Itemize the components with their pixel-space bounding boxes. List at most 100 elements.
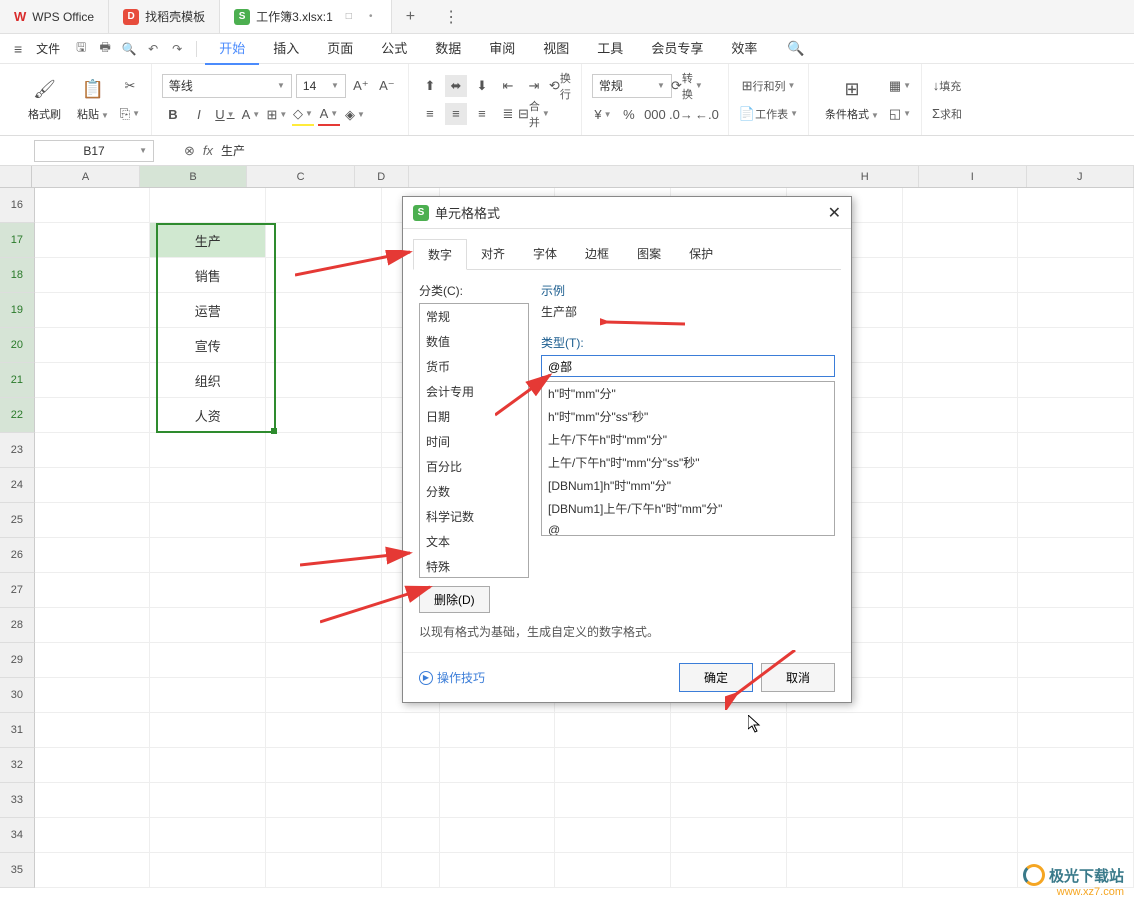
cell[interactable] [35,713,151,748]
cell[interactable] [903,258,1019,293]
cell[interactable] [671,783,787,818]
cell[interactable] [903,293,1019,328]
cell[interactable] [35,468,151,503]
cell[interactable] [1018,328,1134,363]
cell[interactable] [35,328,151,363]
app-tab-workbook[interactable]: S 工作簿3.xlsx:1 □ • [220,0,392,33]
cell[interactable] [35,433,151,468]
cell[interactable] [787,853,903,888]
category-item[interactable]: 数值 [420,329,528,354]
justify-icon[interactable]: ≣ [497,103,519,125]
tab-data[interactable]: 数据 [421,32,475,65]
tab-formula[interactable]: 公式 [367,32,421,65]
cell[interactable] [903,783,1019,818]
cell[interactable] [266,538,382,573]
decrease-font-icon[interactable]: A⁻ [376,75,398,97]
row-col-button[interactable]: ⊞ 行和列▼ [739,75,798,97]
number-format-select[interactable]: 常规▼ [592,74,672,98]
row-header[interactable]: 32 [0,748,35,783]
cell[interactable] [266,223,382,258]
align-left-icon[interactable]: ≡ [419,103,441,125]
fill-color-button[interactable]: ◇▼ [292,104,314,126]
cell[interactable] [440,713,556,748]
category-item[interactable]: 文本 [420,529,528,554]
cell[interactable] [266,363,382,398]
cell[interactable] [35,573,151,608]
format-item[interactable]: [DBNum1]上午/下午h"时"mm"分" [542,497,834,520]
col-header-j[interactable]: J [1027,166,1134,187]
row-header[interactable]: 28 [0,608,35,643]
format-painter-button[interactable]: 🖌 格式刷 [22,74,67,126]
cell[interactable] [266,748,382,783]
cell[interactable] [903,538,1019,573]
cell[interactable] [266,398,382,433]
row-header[interactable]: 30 [0,678,35,713]
cell[interactable] [35,748,151,783]
cell[interactable] [555,853,671,888]
tab-indicator-icon[interactable]: □ [343,11,355,23]
table-style-icon[interactable]: ◱▼ [889,103,911,125]
cell[interactable] [35,293,151,328]
cell[interactable] [903,678,1019,713]
cell[interactable] [787,783,903,818]
col-header-i[interactable]: I [919,166,1027,187]
app-tab-wps[interactable]: W WPS Office [0,0,109,33]
cell[interactable] [440,783,556,818]
cell[interactable] [150,853,266,888]
cell[interactable] [266,678,382,713]
italic-button[interactable]: I [188,104,210,126]
cell-reference-box[interactable]: B17 ▼ [34,140,154,162]
cell[interactable] [1018,433,1134,468]
cell[interactable] [1018,783,1134,818]
cell[interactable] [266,573,382,608]
cell-style-icon[interactable]: ▦▼ [889,75,911,97]
cell[interactable] [787,713,903,748]
tips-link[interactable]: ▶ 操作技巧 [419,669,485,686]
cell[interactable] [787,748,903,783]
format-item[interactable]: h"时"mm"分" [542,382,834,405]
select-all-corner[interactable] [0,166,32,187]
cell[interactable] [150,678,266,713]
cell[interactable] [903,818,1019,853]
category-item[interactable]: 分数 [420,479,528,504]
row-header[interactable]: 31 [0,713,35,748]
undo-icon[interactable]: ↶ [145,41,161,57]
format-item[interactable]: 上午/下午h"时"mm"分" [542,428,834,451]
cell[interactable] [150,573,266,608]
cell[interactable] [266,188,382,223]
cell[interactable] [150,468,266,503]
cell[interactable]: 人资 [150,398,266,433]
font-color-button[interactable]: A▼ [318,104,340,126]
format-item[interactable]: [DBNum1]h"时"mm"分" [542,474,834,497]
align-bottom-icon[interactable]: ⬇ [471,75,493,97]
copy-icon[interactable]: ⎘▼ [119,103,141,125]
category-item[interactable]: 科学记数 [420,504,528,529]
row-header[interactable]: 33 [0,783,35,818]
cell[interactable] [35,818,151,853]
fx-icon[interactable]: fx [203,143,213,158]
font-size-select[interactable]: 14▼ [296,74,346,98]
category-item[interactable]: 特殊 [420,554,528,578]
cell[interactable] [35,783,151,818]
decrease-decimal-icon[interactable]: ←.0 [696,104,718,126]
cell[interactable] [35,223,151,258]
cell[interactable] [35,608,151,643]
category-item[interactable]: 货币 [420,354,528,379]
cell[interactable] [382,748,440,783]
row-header[interactable]: 20 [0,328,35,363]
redo-icon[interactable]: ↷ [169,41,185,57]
cond-format-button[interactable]: ⊞ 条件格式▼ [819,74,885,126]
cell[interactable] [266,433,382,468]
cell[interactable] [1018,258,1134,293]
strikethrough-button[interactable]: A▼ [240,104,262,126]
cell[interactable] [903,363,1019,398]
cell[interactable] [382,853,440,888]
col-header-b[interactable]: B [140,166,248,187]
cell[interactable] [150,643,266,678]
category-list[interactable]: 常规数值货币会计专用日期时间百分比分数科学记数文本特殊自定义 [419,303,529,578]
category-item[interactable]: 时间 [420,429,528,454]
increase-decimal-icon[interactable]: .0→ [670,104,692,126]
align-top-icon[interactable]: ⬆ [419,75,441,97]
delete-button[interactable]: 删除(D) [419,586,490,613]
cell[interactable] [555,818,671,853]
